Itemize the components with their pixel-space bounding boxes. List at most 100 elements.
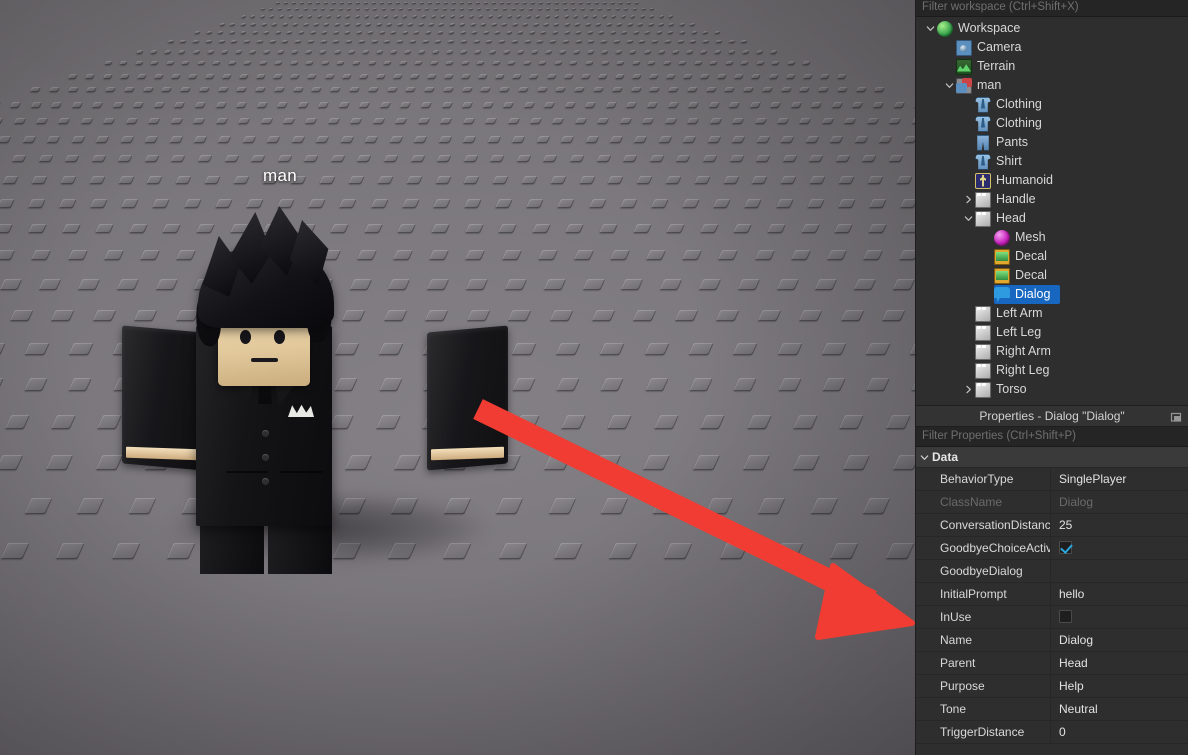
baseplate-stud <box>282 22 289 26</box>
baseplate-stud <box>338 8 344 11</box>
property-row-purpose[interactable]: Purpose Help <box>916 675 1188 698</box>
baseplate-stud <box>169 135 184 143</box>
baseplate-stud <box>326 15 332 18</box>
property-value[interactable]: Neutral <box>1051 698 1188 720</box>
baseplate-stud <box>809 176 826 185</box>
baseplate-stud <box>516 155 532 163</box>
baseplate-stud <box>319 40 328 44</box>
chevron-down-icon[interactable] <box>916 448 932 467</box>
property-row-tone[interactable]: Tone Neutral <box>916 698 1188 721</box>
explorer-item-torso[interactable]: Torso <box>916 380 1188 399</box>
property-category-data[interactable]: Data <box>916 447 1188 468</box>
property-value[interactable]: Dialog <box>1051 629 1188 651</box>
explorer-item-pants[interactable]: Pants <box>916 133 1188 152</box>
baseplate-stud <box>529 30 536 35</box>
property-row-triggerdistance[interactable]: TriggerDistance 0 <box>916 721 1188 744</box>
explorer-item-workspace[interactable]: Workspace <box>916 19 1188 38</box>
property-row-name[interactable]: Name Dialog <box>916 629 1188 652</box>
baseplate-stud <box>702 155 718 163</box>
checkbox-unchecked-icon[interactable] <box>1059 610 1072 623</box>
3d-viewport[interactable]: man <box>0 0 915 755</box>
pants-icon-glyph <box>977 134 989 151</box>
chevron-right-icon[interactable] <box>962 190 975 209</box>
baseplate-stud <box>866 377 891 391</box>
property-rows[interactable]: BehaviorType SinglePlayer ClassName Dialog C… <box>916 468 1188 744</box>
explorer-item-humanoid[interactable]: Humanoid <box>916 171 1188 190</box>
explorer-item-decal[interactable]: Decal <box>916 266 1188 285</box>
baseplate-stud <box>50 101 63 108</box>
property-row-inuse[interactable]: InUse <box>916 606 1188 629</box>
explorer-item-man[interactable]: man <box>916 76 1188 95</box>
property-value[interactable]: SinglePlayer <box>1051 468 1188 490</box>
avatar-character[interactable] <box>100 190 538 574</box>
explorer-item-left-leg[interactable]: Left Leg <box>916 323 1188 342</box>
baseplate-stud <box>383 155 399 163</box>
baseplate-stud <box>125 118 139 125</box>
baseplate-stud <box>605 101 618 108</box>
dock-widget-icon[interactable] <box>1170 411 1182 423</box>
property-row-conversationdistance[interactable]: ConversationDistance 25 <box>916 514 1188 537</box>
explorer-item-clothing[interactable]: Clothing <box>916 114 1188 133</box>
baseplate-stud <box>467 1 472 5</box>
property-row-goodbyechoiceactive[interactable]: GoodbyeChoiceActive <box>916 537 1188 560</box>
baseplate-stud <box>555 342 581 355</box>
property-row-classname[interactable]: ClassName Dialog <box>916 491 1188 514</box>
explorer-item-right-arm[interactable]: Right Arm <box>916 342 1188 361</box>
baseplate-stud <box>834 223 854 233</box>
baseplate-stud <box>92 101 104 108</box>
explorer-tree[interactable]: Workspace Camera Terrain man Clothing Clothin… <box>916 17 1188 405</box>
baseplate-stud <box>367 61 377 66</box>
property-row-goodbyedialog[interactable]: GoodbyeDialog <box>916 560 1188 583</box>
baseplate-stud <box>694 176 711 185</box>
baseplate-stud <box>653 415 679 430</box>
chevron-down-icon[interactable] <box>924 19 937 38</box>
chevron-down-icon[interactable] <box>943 76 956 95</box>
property-checkbox-inuse[interactable] <box>1051 606 1188 628</box>
property-row-parent[interactable]: Parent Head <box>916 652 1188 675</box>
baseplate-stud <box>484 118 498 125</box>
property-value[interactable]: Help <box>1051 675 1188 697</box>
checkbox-checked-icon[interactable] <box>1059 541 1072 554</box>
part-icon-glyph <box>975 305 991 322</box>
baseplate-stud <box>606 8 612 11</box>
explorer-item-right-leg[interactable]: Right Leg <box>916 361 1188 380</box>
explorer-filter-input[interactable]: Filter workspace (Ctrl+Shift+X) <box>916 0 1188 17</box>
explorer-item-shirt[interactable]: Shirt <box>916 152 1188 171</box>
baseplate-stud <box>893 101 906 108</box>
property-row-behaviortype[interactable]: BehaviorType SinglePlayer <box>916 468 1188 491</box>
baseplate-stud <box>483 1 488 5</box>
chevron-down-icon[interactable] <box>962 209 975 228</box>
shirt-icon <box>975 153 991 170</box>
explorer-item-decal[interactable]: Decal <box>916 247 1188 266</box>
explorer-item-left-arm[interactable]: Left Arm <box>916 304 1188 323</box>
property-value[interactable]: Head <box>1051 652 1188 674</box>
baseplate-stud <box>523 40 532 44</box>
baseplate-stud <box>855 87 867 93</box>
explorer-item-camera[interactable]: Camera <box>916 38 1188 57</box>
explorer-item-clothing[interactable]: Clothing <box>916 95 1188 114</box>
property-value[interactable]: 0 <box>1051 721 1188 743</box>
property-checkbox-goodbyechoiceactive[interactable] <box>1051 537 1188 559</box>
baseplate-stud <box>840 309 865 322</box>
baseplate-stud <box>435 1 440 5</box>
baseplate-stud <box>0 101 2 108</box>
explorer-item-handle[interactable]: Handle <box>916 190 1188 209</box>
explorer-item-dialog[interactable]: Dialog <box>916 285 1188 304</box>
explorer-item-terrain[interactable]: Terrain <box>916 57 1188 76</box>
baseplate-stud <box>780 176 798 185</box>
baseplate-stud <box>569 61 579 66</box>
property-row-initialprompt[interactable]: InitialPrompt hello <box>916 583 1188 606</box>
property-value[interactable]: 25 <box>1051 514 1188 536</box>
baseplate-stud <box>303 155 319 163</box>
baseplate-stud <box>573 250 595 261</box>
property-name: InUse <box>916 606 1051 628</box>
chevron-right-icon[interactable] <box>962 380 975 399</box>
baseplate-stud <box>336 61 346 66</box>
properties-filter-input[interactable]: Filter Properties (Ctrl+Shift+P) <box>916 427 1188 447</box>
explorer-item-mesh[interactable]: Mesh <box>916 228 1188 247</box>
baseplate-stud <box>562 1 568 5</box>
property-value[interactable]: hello <box>1051 583 1188 605</box>
explorer-item-label: man <box>977 78 1002 92</box>
explorer-item-head[interactable]: Head <box>916 209 1188 228</box>
